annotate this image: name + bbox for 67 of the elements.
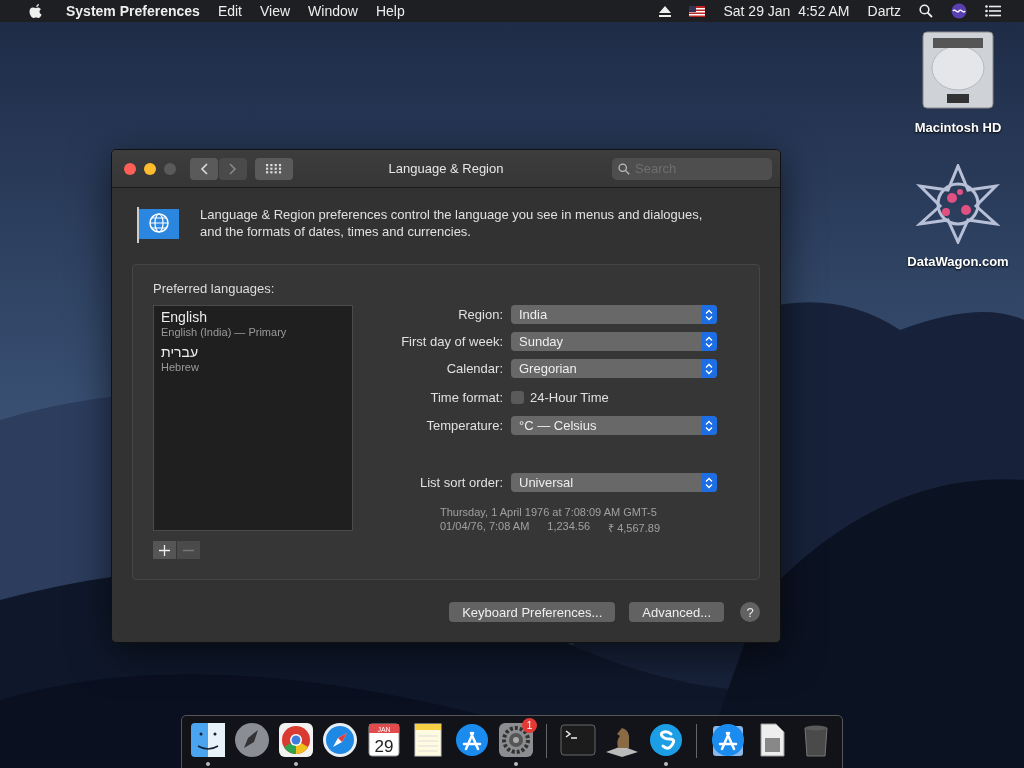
- search-icon[interactable]: [919, 4, 933, 18]
- a-glyph-folder-icon[interactable]: [709, 722, 746, 758]
- app-menu[interactable]: System Preferences: [52, 3, 209, 19]
- setting-label: First day of week:: [400, 334, 503, 349]
- sample-number-text: 1,234.56: [547, 520, 591, 534]
- up-down-arrows-icon: [705, 476, 713, 489]
- popup-button[interactable]: °C — Celsius: [511, 416, 717, 435]
- terminal-icon[interactable]: [559, 722, 596, 758]
- close-button[interactable]: [124, 162, 136, 175]
- description-text: Language & Region preferences control the language you see in menus and dialogues, and the formats of dates, times and currencies.: [200, 206, 704, 240]
- a-glyph-icon[interactable]: [453, 722, 490, 758]
- hard-drive-icon[interactable]: [921, 30, 995, 110]
- star-pattern-icon[interactable]: [916, 164, 1000, 244]
- popup-button[interactable]: Sunday: [511, 332, 717, 351]
- window-title: Language & Region: [388, 161, 504, 176]
- notification-badge: 1: [522, 718, 537, 733]
- push-button[interactable]: Advanced...: [629, 602, 724, 622]
- globe-flag-icon: [136, 206, 180, 244]
- language-name[interactable]: English: [161, 309, 345, 325]
- chevron-right-icon: [229, 162, 237, 175]
- flag-icon[interactable]: [689, 5, 706, 17]
- up-down-arrows-icon: [705, 335, 713, 348]
- compass-icon[interactable]: [321, 722, 358, 758]
- menu-item[interactable]: View: [251, 3, 300, 19]
- setting-label: Temperature:: [425, 418, 503, 433]
- setting-label: Region:: [457, 307, 503, 322]
- list-icon[interactable]: [985, 5, 1001, 17]
- desktop-icon-label[interactable]: DataWagon.com: [907, 254, 1009, 269]
- user-name[interactable]: Dartz: [858, 3, 910, 19]
- popup-button[interactable]: Universal: [511, 473, 717, 492]
- minimize-button[interactable]: [144, 162, 156, 175]
- sample-date-text: Thursday, 1 April 1976 at 7:08:09 AM GMT-5: [440, 506, 658, 518]
- chevron-left-icon: [200, 162, 208, 175]
- orb-icon[interactable]: [951, 3, 967, 19]
- grid-icon: [266, 163, 282, 174]
- language-detail: Hebrew: [161, 361, 200, 373]
- apple-icon[interactable]: [29, 3, 43, 19]
- calendar-day: 29: [374, 737, 393, 756]
- back-button[interactable]: [190, 157, 218, 180]
- add-button[interactable]: [153, 541, 176, 559]
- help-button[interactable]: ?: [740, 602, 760, 622]
- eject-icon[interactable]: [659, 5, 672, 17]
- clock[interactable]: Sat 29 Jan 4:52 AM: [714, 3, 859, 19]
- gear-icon[interactable]: [497, 722, 534, 758]
- language-detail: English (India) — Primary: [161, 326, 288, 338]
- popup-button[interactable]: India: [511, 305, 717, 324]
- plus-icon: [159, 544, 170, 556]
- up-down-arrows-icon: [705, 308, 713, 321]
- push-button[interactable]: Keyboard Preferences...: [449, 602, 616, 622]
- menu-item[interactable]: Window: [299, 3, 367, 19]
- setting-label: List sort order:: [418, 475, 503, 490]
- popup-button[interactable]: Gregorian: [511, 359, 717, 378]
- checkbox-label[interactable]: 24-Hour Time: [530, 389, 609, 405]
- desktop-icon-label[interactable]: Macintosh HD: [914, 120, 1002, 135]
- up-down-arrows-icon: [705, 362, 713, 375]
- menu-item[interactable]: Help: [366, 3, 414, 19]
- setting-label: Time format:: [429, 389, 503, 405]
- checkbox[interactable]: [511, 390, 524, 404]
- up-down-arrows-icon: [705, 419, 713, 432]
- language-name[interactable]: עברית: [161, 344, 345, 360]
- face-icon[interactable]: [189, 722, 226, 758]
- menu-item[interactable]: Edit: [208, 3, 251, 19]
- setting-label: Calendar:: [445, 361, 503, 376]
- section-label: Preferred languages:: [153, 281, 276, 296]
- show-all-button[interactable]: [255, 157, 293, 180]
- sample-currency-text: ₹ 4,567.89: [608, 521, 660, 535]
- sample-short-date-text: 01/04/76, 7:08 AM: [440, 520, 530, 534]
